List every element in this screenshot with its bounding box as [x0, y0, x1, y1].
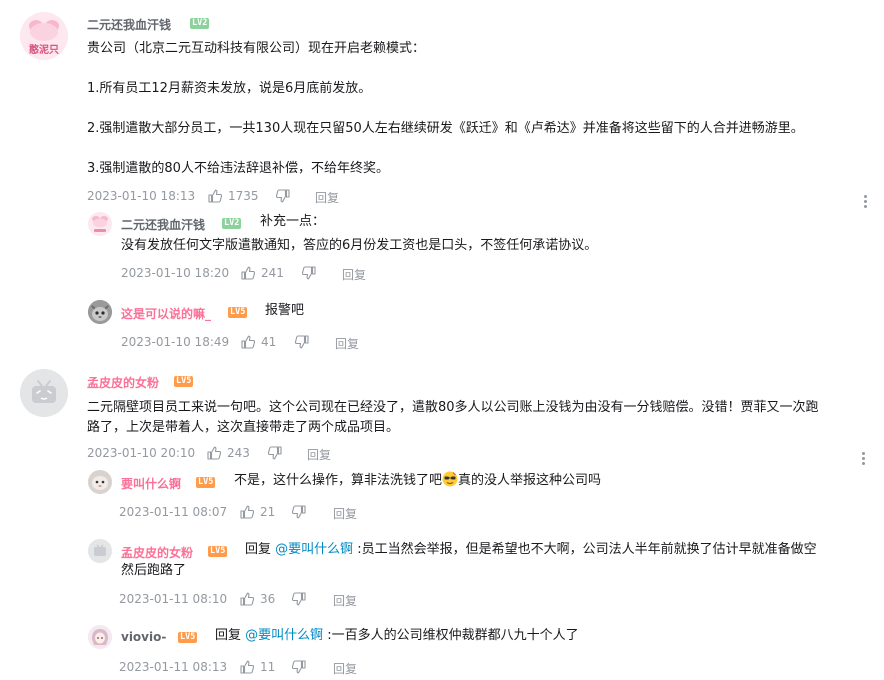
timestamp: 2023-01-11 08:10	[119, 592, 228, 606]
reply-text: 然后跑路了	[121, 563, 187, 578]
level-badge: LV5	[196, 477, 216, 488]
like-button[interactable]: 21	[240, 505, 275, 519]
dislike-button[interactable]	[268, 446, 288, 460]
username[interactable]: viovio-	[121, 630, 166, 644]
more-icon[interactable]	[862, 452, 866, 467]
comment-meta: 2023-01-10 20:10 243 回复	[87, 446, 487, 462]
cool-emoji-icon	[442, 471, 458, 487]
dislike-icon	[292, 592, 306, 606]
reply-meta: 2023-01-11 08:13 11 回复	[119, 660, 519, 676]
reply-text: 不是，这什么操作，算非法洗钱了吧 真的没人举报这种公司吗	[234, 469, 601, 493]
reply-button[interactable]: 回复	[333, 660, 357, 677]
level-badge: LV5	[178, 632, 198, 643]
reply-word: 回复	[215, 628, 242, 643]
mention-link[interactable]: @要叫什么锕	[275, 542, 353, 557]
timestamp: 2023-01-10 20:10	[87, 446, 196, 460]
comment-2: 孟皮皮的女粉 LV5 二元隔壁项目员工来说一句吧。这个公司现在已经没了，遣散80…	[0, 0, 884, 680]
dislike-icon	[292, 660, 306, 674]
reply-meta: 2023-01-11 08:07 21 回复	[119, 505, 519, 521]
reply-text-part: :一百多人的公司维权仲裁群都八九十个人了	[323, 628, 579, 643]
reply-meta: 2023-01-11 08:10 36 回复	[119, 592, 519, 608]
reply-text: 回复 @要叫什么锕 :员工当然会举报，但是希望也不大啊，公司法人半年前就换了估计…	[245, 538, 817, 562]
reply-text: 回复 @要叫什么锕 :一百多人的公司维权仲裁群都八九十个人了	[215, 624, 579, 648]
like-icon	[240, 505, 254, 519]
avatar[interactable]	[88, 539, 112, 563]
level-badge: LV5	[174, 376, 194, 387]
timestamp: 2023-01-11 08:13	[119, 660, 228, 674]
default-avatar-image	[88, 539, 112, 563]
reply-text-part: 不是，这什么操作，算非法洗钱了吧	[234, 473, 443, 488]
like-icon	[240, 660, 254, 674]
like-count: 11	[260, 660, 276, 674]
reply-button[interactable]: 回复	[333, 592, 357, 609]
reply-word: 回复	[245, 542, 272, 557]
like-button[interactable]: 36	[240, 592, 275, 606]
like-count: 36	[260, 592, 276, 606]
avatar[interactable]	[88, 470, 112, 494]
avatar[interactable]	[20, 369, 68, 417]
username[interactable]: 孟皮皮的女粉	[87, 374, 159, 391]
anime-avatar-image	[88, 625, 112, 649]
like-button[interactable]: 11	[240, 660, 275, 674]
reply-button[interactable]: 回复	[333, 505, 357, 522]
reply-text-part: :员工当然会举报，但是希望也不大啊，公司法人半年前就换了估计早就准备做空	[353, 542, 817, 557]
like-count: 21	[260, 505, 276, 519]
dislike-icon	[292, 505, 306, 519]
like-count: 243	[227, 446, 250, 460]
mention-link[interactable]: @要叫什么锕	[245, 628, 323, 643]
dislike-button[interactable]	[292, 505, 312, 519]
dislike-button[interactable]	[292, 660, 312, 674]
timestamp: 2023-01-11 08:07	[119, 505, 228, 519]
dislike-icon	[268, 446, 282, 460]
dislike-button[interactable]	[292, 592, 312, 606]
reply-button[interactable]: 回复	[307, 446, 331, 463]
like-icon	[240, 592, 254, 606]
avatar[interactable]	[88, 625, 112, 649]
reply-text-part: 真的没人举报这种公司吗	[458, 473, 602, 488]
like-button[interactable]: 243	[207, 446, 250, 460]
cat-avatar-image	[88, 470, 112, 494]
level-badge: LV5	[208, 546, 228, 557]
like-icon	[207, 446, 221, 460]
comment-line: 路了，上次是带着人，这次直接带走了两个成品项目。	[87, 420, 400, 435]
default-avatar-image	[20, 369, 68, 417]
username[interactable]: 要叫什么锕	[121, 475, 181, 492]
